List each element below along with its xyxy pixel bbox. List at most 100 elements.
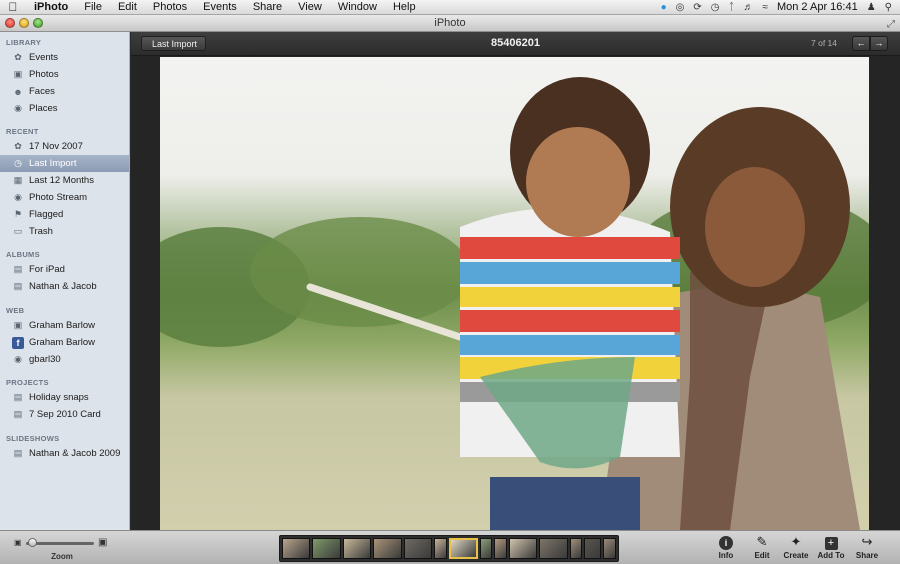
filmstrip-thumb[interactable] (373, 538, 402, 559)
sidebar-item-places[interactable]: ◉ Places (0, 100, 129, 117)
minimize-window-button[interactable] (19, 18, 29, 28)
sidebar-item-label: 7 Sep 2010 Card (29, 409, 101, 420)
sidebar-item-label: For iPad (29, 264, 65, 275)
section-library: LIBRARY (6, 38, 42, 47)
section-web: WEB (6, 306, 25, 315)
filmstrip-thumb[interactable] (603, 538, 616, 559)
twitter-icon[interactable]: ● (661, 2, 667, 13)
menu-share[interactable]: Share (245, 1, 290, 13)
facebook-icon: f (12, 336, 24, 349)
filmstrip[interactable] (279, 535, 619, 562)
filmstrip-thumb[interactable] (342, 538, 372, 559)
sidebar-item-holiday-snaps[interactable]: ▤ Holiday snaps (0, 389, 129, 406)
wifi-icon[interactable]: ≈ (762, 2, 768, 13)
menu-view[interactable]: View (290, 1, 330, 13)
sidebar-item-gbarl30[interactable]: ◉ gbarl30 (0, 351, 129, 368)
menu-edit[interactable]: Edit (110, 1, 145, 13)
section-recent: RECENT (6, 127, 39, 136)
photos-icon: ▣ (13, 69, 23, 79)
sidebar-item-nathan-jacob[interactable]: ▤ Nathan & Jacob (0, 278, 129, 295)
sidebar-item-graham-barlow-web[interactable]: ▣ Graham Barlow (0, 317, 129, 334)
sidebar-item-graham-barlow-facebook[interactable]: f Graham Barlow (0, 334, 129, 351)
time-machine-icon[interactable]: ◷ (711, 2, 720, 13)
clock-icon: ◷ (14, 158, 22, 168)
add-icon: + (824, 537, 838, 550)
zoom-window-button[interactable] (33, 18, 43, 28)
create-icon: ✦ (790, 534, 802, 549)
sidebar-item-faces[interactable]: ☻ Faces (0, 83, 129, 100)
add-to-label: Add To (817, 551, 845, 560)
menu-window[interactable]: Window (330, 1, 385, 13)
sidebar-item-17-nov-2007[interactable]: ✿ 17 Nov 2007 (0, 138, 129, 155)
filmstrip-thumb[interactable] (479, 538, 493, 559)
filmstrip-thumb[interactable] (403, 538, 433, 559)
share-label: Share (855, 551, 879, 560)
sidebar-item-label: Faces (29, 86, 55, 97)
sidebar-item-trash[interactable]: ▭ Trash (0, 223, 129, 240)
filmstrip-thumb[interactable] (508, 538, 538, 559)
fullscreen-icon[interactable]: ⤢ (887, 17, 895, 33)
zoom-slider-knob[interactable] (28, 538, 37, 547)
arrow-left-icon: ← (856, 38, 866, 48)
zoom-in-icon[interactable]: ▣ (98, 537, 107, 548)
window-title-bar: iPhoto ⤢ (0, 15, 900, 32)
sidebar-item-label: Holiday snaps (29, 392, 89, 403)
sync-icon[interactable]: ⟳ (693, 2, 701, 13)
zoom-control: ▣ ▣ Zoom (14, 537, 110, 563)
sidebar-item-photos[interactable]: ▣ Photos (0, 66, 129, 83)
menu-bar:  iPhoto File Edit Photos Events Share V… (0, 0, 900, 15)
spotlight-icon[interactable]: ⚲ (885, 2, 892, 13)
sidebar-item-7-sep-2010-card[interactable]: ▤ 7 Sep 2010 Card (0, 406, 129, 423)
volume-icon[interactable]: ♬ (743, 2, 753, 13)
flickr-icon: ◉ (14, 354, 22, 364)
sidebar-item-label: Photos (29, 69, 59, 80)
event-icon: ✿ (14, 141, 22, 151)
menu-file[interactable]: File (76, 1, 110, 13)
filmstrip-thumb[interactable] (282, 538, 311, 559)
edit-button[interactable]: ✎ Edit (745, 534, 779, 564)
menu-clock[interactable]: Mon 2 Apr 16:41 (777, 1, 858, 13)
menu-extras: ● ◎ ⟳ ◷ ᛏ ♬ ≈ Mon 2 Apr 16:41 ♟ ⚲ (661, 1, 900, 13)
next-photo-button[interactable]: → (870, 36, 888, 51)
create-label: Create (783, 551, 809, 560)
close-window-button[interactable] (5, 18, 15, 28)
info-button[interactable]: i Info (709, 534, 743, 564)
sidebar-item-label: Flagged (29, 209, 64, 220)
previous-photo-button[interactable]: ← (852, 36, 870, 51)
share-button[interactable]: ↪ Share (850, 534, 884, 564)
globe-icon[interactable]: ◎ (676, 2, 685, 13)
sidebar-item-label: Trash (29, 226, 53, 237)
add-to-button[interactable]: + Add To (814, 534, 848, 564)
apple-menu-icon[interactable]:  (0, 0, 26, 14)
sidebar-item-for-ipad[interactable]: ▤ For iPad (0, 261, 129, 278)
sidebar-item-photo-stream[interactable]: ◉ Photo Stream (0, 189, 129, 206)
filmstrip-thumb[interactable] (539, 538, 568, 559)
filmstrip-thumb[interactable] (312, 538, 341, 559)
album-icon: ▤ (13, 264, 23, 274)
filmstrip-thumb[interactable] (434, 538, 447, 559)
user-icon[interactable]: ♟ (867, 2, 876, 13)
menu-events[interactable]: Events (195, 1, 245, 13)
source-list-sidebar: LIBRARY ✿ Events ▣ Photos ☻ Faces ◉ Places R… (0, 32, 130, 530)
section-albums: ALBUMS (6, 250, 40, 259)
menu-app-name[interactable]: iPhoto (26, 1, 76, 13)
filmstrip-thumb[interactable] (584, 538, 602, 559)
sidebar-item-last-12-months[interactable]: ▦ Last 12 Months (0, 172, 129, 189)
filmstrip-thumb[interactable] (494, 538, 507, 559)
back-to-last-import-button[interactable]: Last Import (141, 36, 207, 51)
zoom-out-icon[interactable]: ▣ (14, 538, 22, 547)
sidebar-item-label: Events (29, 52, 59, 63)
bluetooth-icon[interactable]: ᛏ (728, 2, 734, 13)
sidebar-item-last-import[interactable]: ◷ Last Import (0, 155, 129, 172)
filmstrip-thumb[interactable] (569, 538, 583, 559)
sidebar-item-nathan-jacob-2009[interactable]: ▤ Nathan & Jacob 2009 (0, 445, 129, 462)
sidebar-item-label: Last 12 Months (29, 175, 94, 186)
filmstrip-thumb-current[interactable] (448, 538, 478, 559)
menu-help[interactable]: Help (385, 1, 424, 13)
share-icon: ↪ (861, 534, 873, 549)
sidebar-item-flagged[interactable]: ⚑ Flagged (0, 206, 129, 223)
create-button[interactable]: ✦ Create (779, 534, 813, 564)
main-photo[interactable] (160, 57, 869, 530)
sidebar-item-events[interactable]: ✿ Events (0, 49, 129, 66)
menu-photos[interactable]: Photos (145, 1, 195, 13)
